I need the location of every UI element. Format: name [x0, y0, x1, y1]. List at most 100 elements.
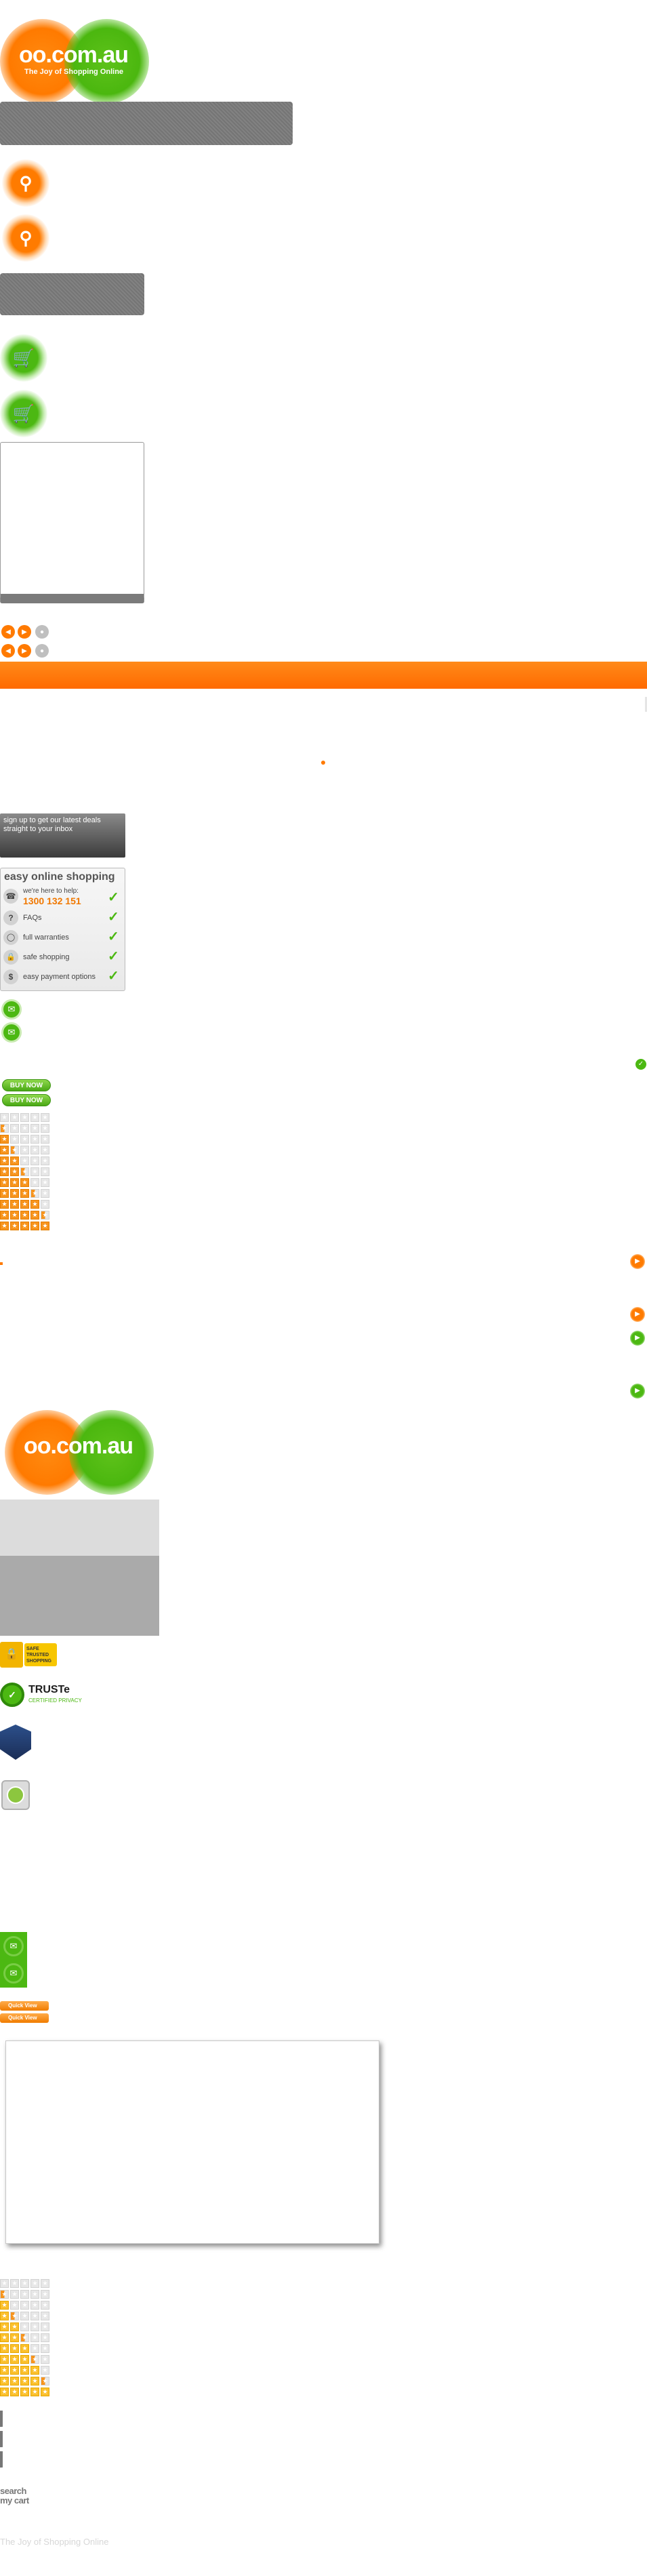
star-icon: ★ [20, 2279, 29, 2288]
logo-text: oo.com.au [19, 42, 129, 68]
quick-view-button-hover[interactable]: Quick View [0, 2013, 49, 2023]
star-icon: ★ [41, 1135, 49, 1144]
star-icon: ★ [41, 2377, 49, 2386]
star-icon: ★ [20, 1167, 29, 1176]
slider-dot-hover[interactable]: ● [35, 644, 49, 658]
rating-row: ★ ★ ★ ★ ★ [0, 1178, 49, 1187]
envelope-button-alt[interactable]: ✉ [3, 1936, 24, 1956]
star-icon: ★ [10, 2377, 19, 2386]
star-icon: ★ [30, 1113, 39, 1122]
star-icon: ★ [30, 1222, 39, 1230]
certified-seal-badge[interactable] [0, 1777, 31, 1813]
buy-now-button[interactable]: BUY NOW [2, 1079, 51, 1091]
star-icon: ★ [41, 1189, 49, 1198]
star-icon: ★ [10, 1124, 19, 1133]
slider-next-hover[interactable]: ▶ [18, 644, 31, 658]
safe-shopping-text: SAFE TRUSTED SHOPPING [24, 1643, 57, 1666]
rating-row: ★ ★ ★ ★ ★ [0, 2377, 49, 2386]
rating-row: ★ ★ ★ ★ ★ [0, 2344, 49, 2353]
star-icon: ★ [0, 2355, 9, 2364]
site-logo[interactable]: oo.com.au The Joy of Shopping Online [0, 19, 149, 104]
star-icon: ★ [0, 2366, 9, 2375]
rating-row: ★ ★ ★ ★ ★ [0, 2366, 49, 2375]
star-icon: ★ [30, 1211, 39, 1220]
search-sprite-text: search [0, 2486, 26, 2496]
truste-subtitle: CERTIFIED PRIVACY [28, 1697, 82, 1704]
award-shield-badge[interactable] [0, 1725, 31, 1760]
truste-badge[interactable]: ✓ TRUSTe CERTIFIED PRIVACY [0, 1683, 102, 1707]
star-icon: ★ [30, 1200, 39, 1209]
star-icon: ★ [41, 1178, 49, 1187]
easy-item-payment[interactable]: easy payment options [23, 973, 96, 981]
envelope-button[interactable]: ✉ [1, 999, 22, 1020]
grey-arrow-sprite [0, 2411, 7, 2427]
star-icon: ★ [20, 2355, 29, 2364]
star-icon: ★ [41, 1211, 49, 1220]
newsletter-box[interactable]: sign up to get our latest deals straight… [0, 813, 125, 858]
envelope-button-alt-hover[interactable]: ✉ [3, 1963, 24, 1984]
easy-shopping-title: easy online shopping [4, 871, 115, 883]
star-icon: ★ [10, 2333, 19, 2342]
search-icon: ⚲ [19, 172, 33, 193]
quick-view-button[interactable]: Quick View [0, 2001, 49, 2011]
slider-dot[interactable]: ● [35, 625, 49, 639]
search-button[interactable]: ⚲ [2, 159, 49, 207]
search-icon: ⚲ [19, 227, 33, 248]
rating-row: ★ ★ ★ ★ ★ [0, 2301, 49, 2310]
star-icon: ★ [20, 1178, 29, 1187]
easy-item-warranties[interactable]: full warranties [23, 933, 69, 942]
star-icon: ★ [0, 2279, 9, 2288]
cart-dropdown-panel [0, 442, 144, 603]
star-icon: ★ [30, 1178, 39, 1187]
envelope-icon: ✉ [7, 1004, 16, 1014]
logo-tagline: The Joy of Shopping Online [24, 68, 124, 76]
star-icon: ★ [41, 1146, 49, 1154]
star-icon: ★ [30, 1156, 39, 1165]
grey-arrow-sprite [0, 2431, 7, 2447]
small-orange-mark [0, 1262, 3, 1265]
star-icon: ★ [30, 1146, 39, 1154]
star-icon: ★ [0, 2377, 9, 2386]
star-icon: ★ [30, 1167, 39, 1176]
star-icon: ★ [30, 1124, 39, 1133]
envelope-button-hover[interactable]: ✉ [1, 1022, 22, 1043]
arrow-right-green-button-hover[interactable]: ▶ [630, 1384, 645, 1398]
star-icon: ★ [30, 2312, 39, 2320]
star-icon: ★ [20, 1211, 29, 1220]
star-icon: ★ [10, 1178, 19, 1187]
cart-button[interactable]: 🛒 [0, 334, 47, 382]
search-button-hover[interactable]: ⚲ [2, 214, 49, 262]
star-icon: ★ [30, 2377, 39, 2386]
arrow-right-orange-button[interactable]: ▶ [630, 1254, 645, 1269]
arrow-right-icon: ▶ [635, 1310, 640, 1318]
easy-item-faqs[interactable]: FAQs [23, 914, 42, 922]
slider-prev[interactable]: ◀ [1, 625, 15, 639]
safe-shopping-badge[interactable]: 🔒 SAFE TRUSTED SHOPPING [0, 1641, 57, 1669]
help-phone[interactable]: 1300 132 151 [23, 895, 81, 906]
star-icon: ★ [41, 2322, 49, 2331]
grey-arrow-sprites [0, 2411, 7, 2478]
star-icon: ★ [41, 2333, 49, 2342]
star-icon: ★ [0, 2301, 9, 2310]
star-icon: ★ [41, 2301, 49, 2310]
cart-button-hover[interactable]: 🛒 [0, 390, 47, 437]
star-icon: ★ [0, 1178, 9, 1187]
arrow-right-orange-button-hover[interactable]: ▶ [630, 1307, 645, 1322]
star-icon: ★ [10, 2312, 19, 2320]
easy-item-safe[interactable]: safe shopping [23, 953, 70, 961]
star-icon: ★ [0, 1211, 9, 1220]
shield-icon [0, 1725, 31, 1760]
arrow-right-green-button[interactable]: ▶ [630, 1331, 645, 1346]
star-icon: ★ [10, 1167, 19, 1176]
star-icon: ★ [10, 1189, 19, 1198]
star-icon: ★ [0, 1156, 9, 1165]
slider-prev-hover[interactable]: ◀ [1, 644, 15, 658]
star-icon: ★ [30, 2344, 39, 2353]
slider-next[interactable]: ▶ [18, 625, 31, 639]
star-icon: ★ [20, 1200, 29, 1209]
footer-logo[interactable]: oo.com.au [5, 1410, 154, 1495]
buy-now-button-hover[interactable]: BUY NOW [2, 1094, 51, 1106]
star-icon: ★ [10, 1135, 19, 1144]
rating-row: ★ ★ ★ ★ ★ [0, 2290, 49, 2299]
star-icon: ★ [20, 2312, 29, 2320]
